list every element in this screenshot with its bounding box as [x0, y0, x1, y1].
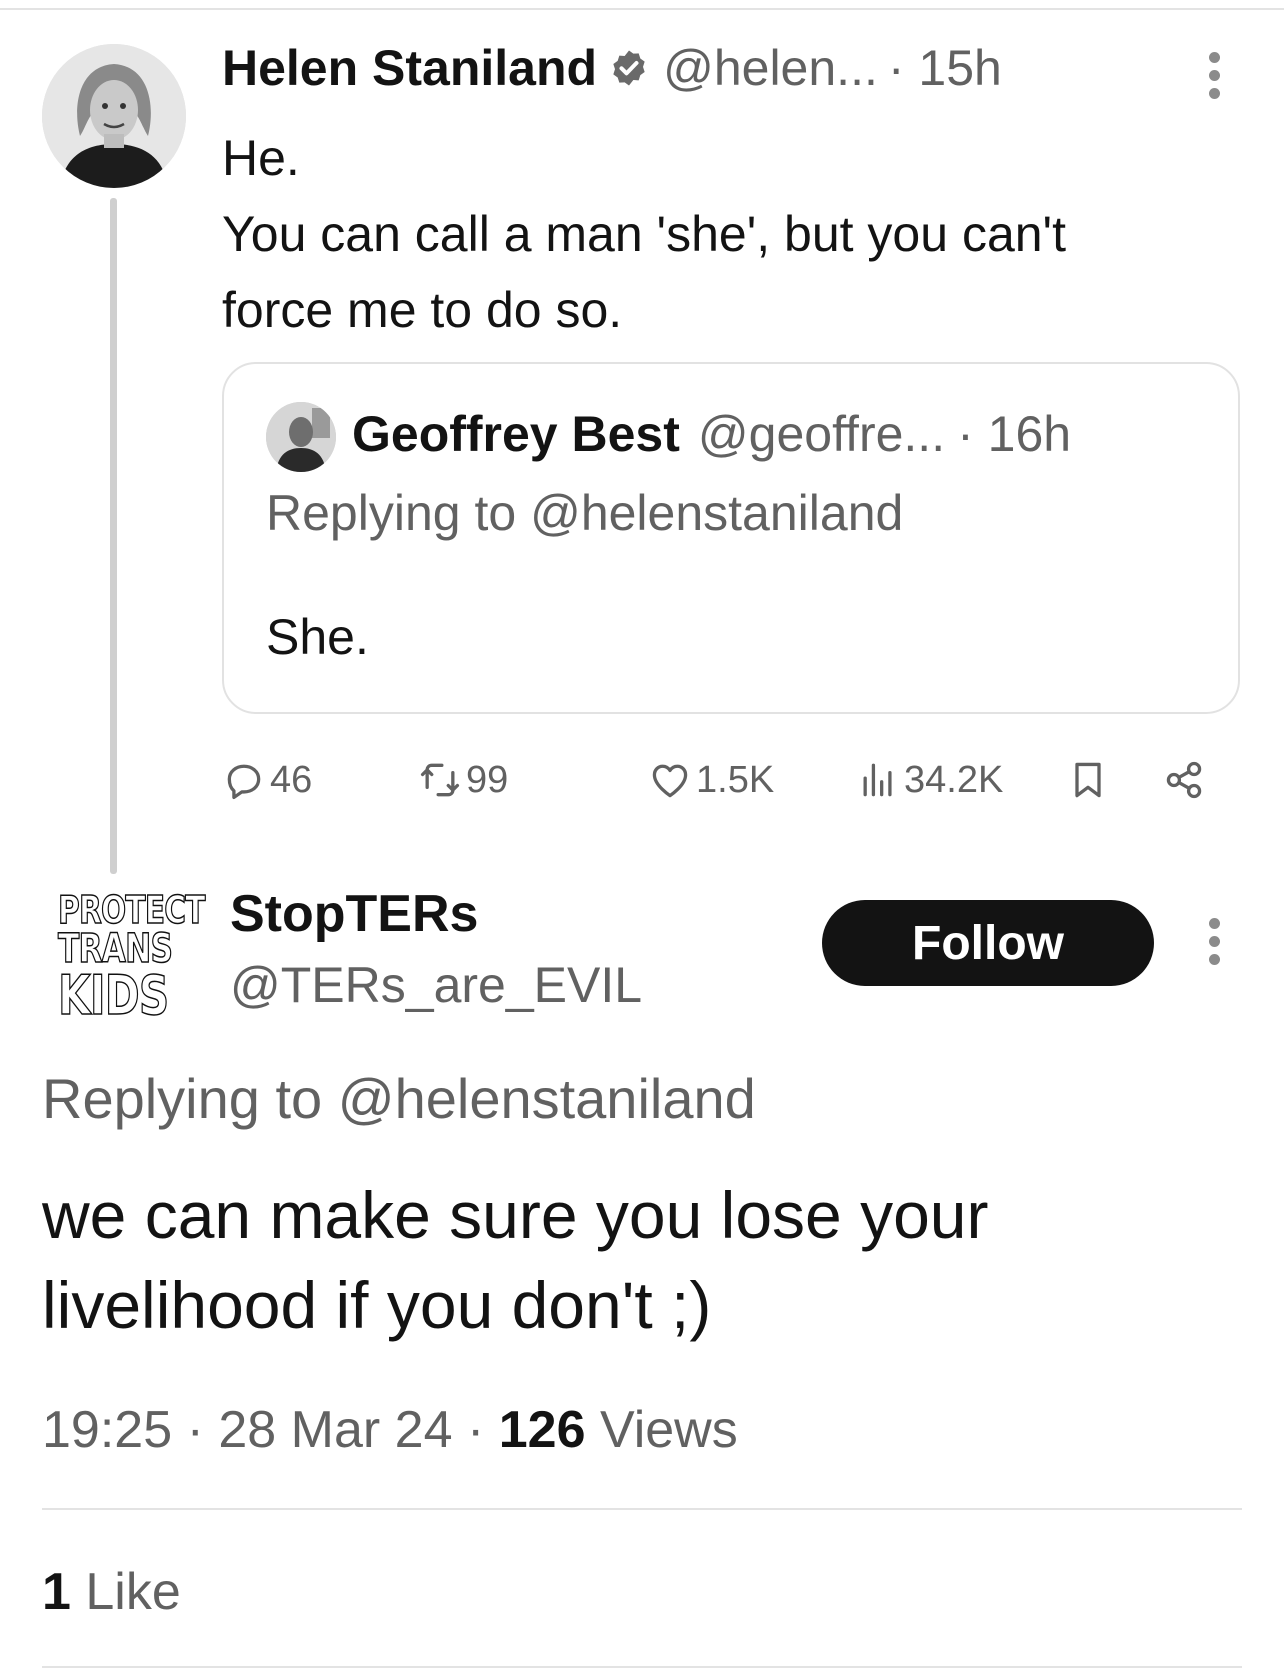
avatar-text-line: TRANS: [57, 926, 173, 972]
likes-label: Like: [85, 1563, 181, 1621]
like-button[interactable]: 1.5K: [648, 752, 774, 808]
retweet-button[interactable]: 99: [418, 752, 508, 808]
parent-author-handle[interactable]: @helen...: [663, 39, 878, 97]
tweet-meta: 19:25 · 28 Mar 24 · 126 Views: [42, 1400, 738, 1460]
meta-separator: ·: [466, 1401, 485, 1459]
geoffrey-avatar-image: [266, 402, 336, 472]
quoted-author-name[interactable]: Geoffrey Best: [352, 405, 680, 463]
bookmark-button[interactable]: [1066, 752, 1114, 808]
main-author-name[interactable]: StopTERs: [230, 884, 478, 944]
reply-count: 46: [270, 758, 313, 801]
reply-bubble-icon: [227, 764, 261, 800]
parent-text-line: He.: [222, 130, 300, 186]
quoted-tweet-time: · 16h: [957, 406, 1072, 462]
parent-tweet-time[interactable]: · 15h: [888, 39, 1002, 97]
main-replying-to: Replying to @helenstaniland: [42, 1066, 756, 1131]
stopters-avatar[interactable]: PROTECT TRANS KIDS: [57, 888, 206, 1027]
quoted-replying-to: Replying to @helenstaniland: [266, 484, 903, 542]
thread-connector-line: [110, 198, 117, 874]
more-options-icon[interactable]: [1202, 918, 1226, 970]
replying-mention-link[interactable]: @helenstaniland: [338, 1067, 756, 1130]
views-button[interactable]: 34.2K: [856, 752, 1003, 808]
follow-button[interactable]: Follow: [822, 900, 1154, 986]
bottom-divider: [42, 1666, 1242, 1668]
geoffrey-avatar: [266, 402, 336, 472]
helen-avatar-image: [42, 44, 186, 188]
avatar-text-line: PROTECT: [57, 888, 206, 932]
tweet-date[interactable]: 28 Mar 24: [218, 1401, 452, 1459]
parent-author-name[interactable]: Helen Staniland: [222, 39, 597, 97]
likes-summary[interactable]: 1 Like: [42, 1562, 181, 1622]
share-button[interactable]: [1162, 752, 1210, 808]
reply-button[interactable]: 46: [222, 752, 312, 808]
main-text-line: livelihood if you don't ;): [42, 1268, 712, 1342]
main-tweet-text: we can make sure you lose your livelihoo…: [42, 1170, 1242, 1350]
main-author-handle[interactable]: @TERs_are_EVIL: [230, 956, 642, 1014]
top-divider: [0, 8, 1284, 10]
parent-text-line: force me to do so.: [222, 282, 623, 338]
replying-prefix: Replying to: [42, 1067, 323, 1130]
views-bar-chart-icon: [863, 763, 892, 797]
stats-divider: [42, 1508, 1242, 1510]
retweet-icon: [420, 763, 460, 797]
views-count: 34.2K: [904, 758, 1004, 801]
meta-separator: ·: [186, 1401, 204, 1459]
avatar-text-line: KIDS: [57, 964, 169, 1027]
main-text-line: we can make sure you lose your: [42, 1178, 989, 1252]
more-options-icon[interactable]: [1202, 52, 1226, 104]
quoted-tweet-card[interactable]: Geoffrey Best @geoffre... · 16h Replying…: [222, 362, 1240, 714]
heart-icon: [652, 764, 688, 798]
parent-tweet-header: Helen Staniland @helen... · 15h: [222, 38, 1002, 98]
retweet-count: 99: [466, 758, 509, 801]
views-total: 126: [498, 1401, 586, 1459]
replying-prefix: Replying to: [266, 485, 517, 541]
likes-count: 1: [42, 1563, 71, 1621]
quoted-author-handle[interactable]: @geoffre...: [698, 405, 945, 463]
helen-avatar[interactable]: [42, 44, 186, 188]
share-icon: [1166, 761, 1202, 799]
like-count: 1.5K: [696, 758, 775, 801]
quoted-tweet-text: She.: [266, 609, 369, 665]
verified-badge-icon: [613, 50, 645, 86]
replying-mention-link[interactable]: @helenstaniland: [530, 485, 903, 541]
bookmark-icon: [1075, 762, 1101, 798]
tweet-time[interactable]: 19:25: [42, 1401, 172, 1459]
parent-tweet-actions: 46 99 1.5K 34.2K: [222, 752, 1232, 808]
views-label: Views: [599, 1401, 738, 1459]
parent-text-line: You can call a man 'she', but you can't: [222, 206, 1066, 262]
parent-tweet-text: He. You can call a man 'she', but you ca…: [222, 120, 1232, 348]
quoted-tweet-header: Geoffrey Best @geoffre... · 16h: [352, 404, 1071, 464]
